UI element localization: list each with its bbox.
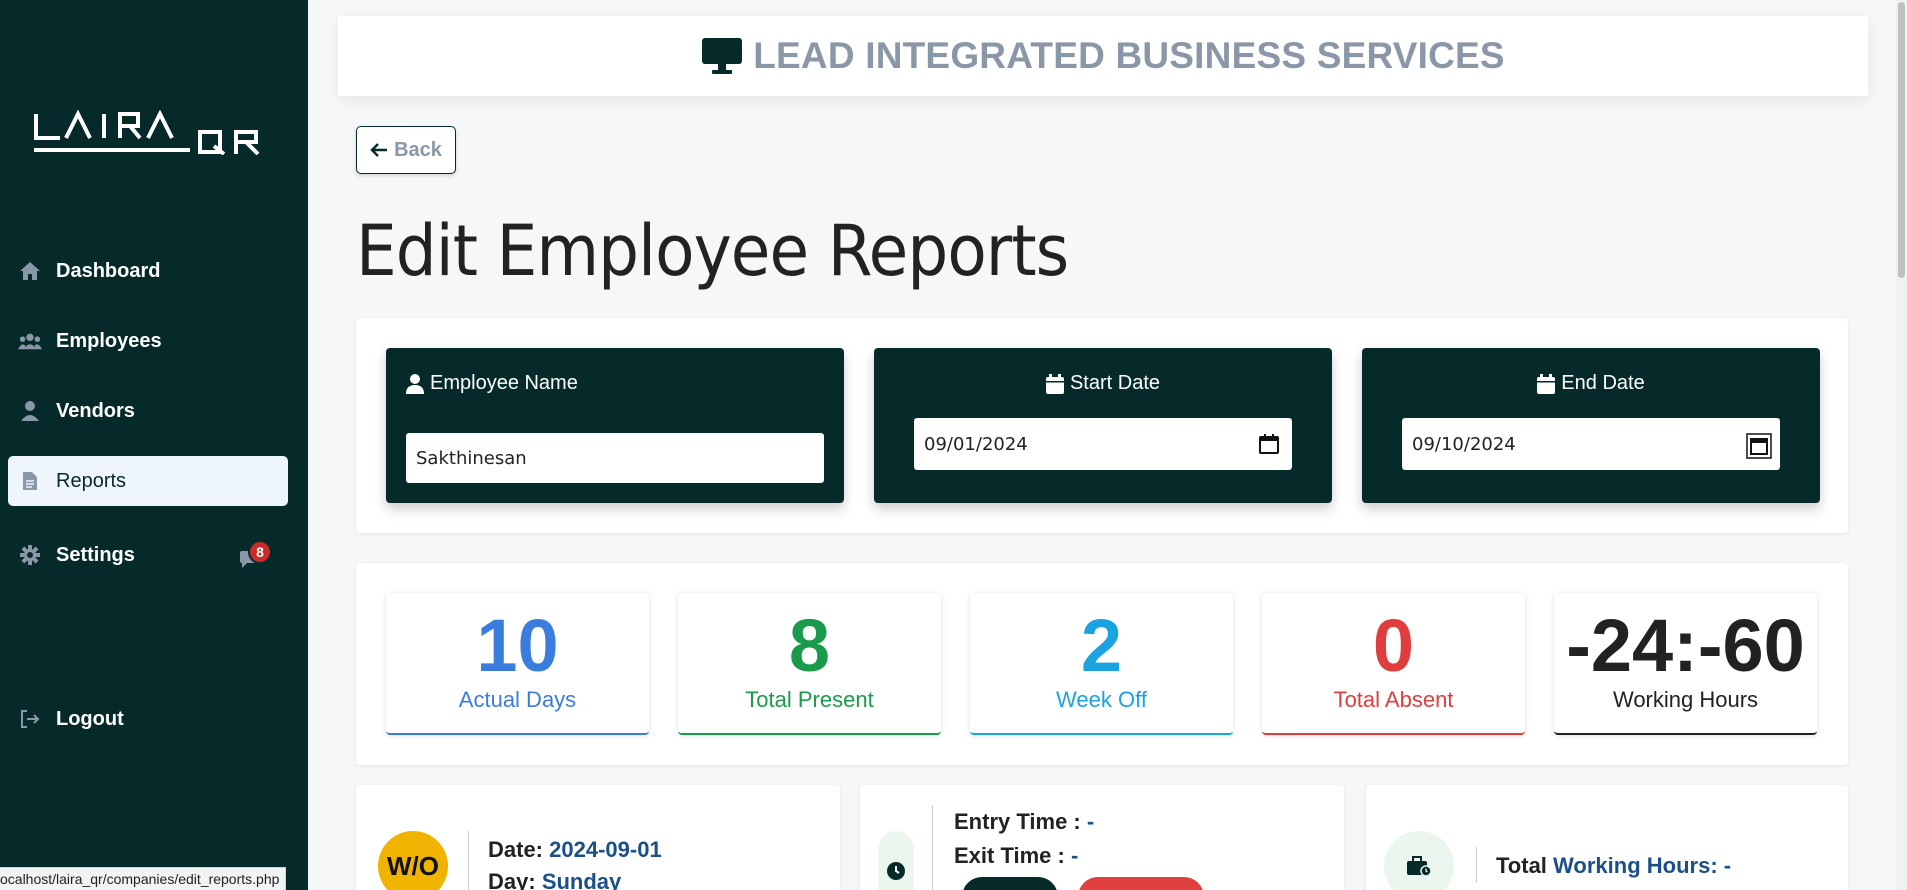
total-working-hours-label: Working Hours: — [1553, 853, 1718, 878]
calendar-icon — [1537, 373, 1556, 394]
laira-qr-logo — [34, 110, 260, 155]
stat-value: 10 — [476, 604, 559, 687]
sidebar-item-dashboard[interactable]: Dashboard — [8, 246, 288, 296]
start-date-card: Start Date — [874, 348, 1332, 503]
stat-label: Total Present — [745, 687, 874, 712]
entry-time-value: - — [1086, 809, 1095, 834]
employee-name-field[interactable] — [406, 433, 824, 483]
stat-value: 2 — [1080, 604, 1123, 687]
sidebar-item-vendors[interactable]: Vendors — [8, 386, 288, 436]
sidebar-item-label: Reports — [56, 469, 127, 492]
delete-button[interactable] — [1078, 877, 1204, 890]
entry-time-label: Entry Time : — [954, 809, 1081, 834]
start-date-label: Start Date — [1069, 372, 1161, 394]
briefcase-clock-icon — [1407, 856, 1432, 877]
divider — [1476, 847, 1477, 883]
scrollbar-thumb[interactable] — [1898, 2, 1905, 278]
employee-filter-card: Employee Name — [386, 348, 844, 503]
sidebar-item-label: Vendors — [56, 399, 135, 422]
back-button[interactable]: Back — [356, 126, 456, 174]
sidebar-item-reports[interactable]: Reports — [8, 456, 288, 506]
back-label: Back — [394, 138, 442, 161]
week-off-badge-label: W/O — [387, 850, 439, 881]
calendar-picker-icon[interactable] — [1746, 433, 1772, 459]
start-date-input[interactable] — [914, 418, 1292, 470]
sidebar-item-settings[interactable]: Settings 8 — [8, 530, 288, 580]
divider — [468, 831, 469, 890]
notification-badge: 8 — [248, 540, 272, 564]
sidebar-item-employees[interactable]: Employees — [8, 316, 288, 366]
stat-label: Actual Days — [458, 687, 577, 712]
date-label: Date: — [488, 837, 544, 862]
hours-card: Total Working Hours: - — [1366, 785, 1848, 890]
stat-label: Working Hours — [1612, 687, 1759, 712]
exit-time-row: Exit Time : - — [954, 843, 1078, 869]
stat-value: 0 — [1372, 604, 1415, 687]
divider — [932, 805, 933, 890]
total-working-hours: Total Working Hours: - — [1496, 853, 1731, 879]
calendar-picker-icon[interactable] — [1258, 433, 1280, 455]
stat-value: -24:-60 — [1566, 604, 1805, 687]
file-icon — [18, 469, 42, 493]
stat-value: 8 — [788, 604, 831, 687]
users-icon — [18, 329, 42, 353]
home-icon — [18, 259, 42, 283]
stat-total-absent: 0 Total Absent — [1262, 593, 1525, 735]
stat-total-present: 8 Total Present — [678, 593, 941, 735]
desktop-icon — [702, 38, 743, 74]
calendar-icon — [1045, 373, 1064, 394]
filter-panel: Employee Name Start Date End Date — [356, 318, 1848, 533]
stat-week-off: 2 Week Off — [970, 593, 1233, 735]
end-date-label: End Date — [1561, 372, 1645, 394]
stat-label: Total Absent — [1333, 687, 1454, 712]
page-title: Edit Employee Reports — [356, 210, 1069, 292]
clock-icon — [887, 862, 905, 880]
day-card: W/O Date: 2024-09-01 Day: Sunday — [356, 785, 840, 890]
employee-name-label: Employee Name — [430, 372, 578, 394]
day-row: Day: Sunday — [488, 869, 621, 890]
scrollbar[interactable] — [1896, 0, 1907, 890]
company-header: LEAD INTEGRATED BUSINESS SERVICES — [338, 16, 1868, 96]
user-icon — [406, 373, 424, 394]
sidebar-item-label: Logout — [56, 707, 124, 730]
company-title: LEAD INTEGRATED BUSINESS SERVICES — [753, 35, 1505, 76]
week-off-badge: W/O — [378, 831, 448, 890]
entry-time-row: Entry Time : - — [954, 809, 1094, 835]
day-value: Sunday — [541, 869, 622, 890]
status-url: ocalhost/laira_qr/companies/edit_reports… — [0, 867, 287, 890]
time-card: Entry Time : - Exit Time : - — [860, 785, 1344, 890]
date-row: Date: 2024-09-01 — [488, 837, 662, 863]
edit-button[interactable] — [962, 877, 1058, 890]
logout-icon — [18, 707, 42, 731]
stats-panel: 10 Actual Days 8 Total Present 2 Week Of… — [356, 563, 1848, 765]
date-value: 2024-09-01 — [549, 837, 662, 862]
exit-time-label: Exit Time : — [954, 843, 1065, 868]
stat-actual-days: 10 Actual Days — [386, 593, 649, 735]
total-working-hours-prefix: Total — [1496, 853, 1547, 878]
sidebar-item-label: Settings — [56, 543, 135, 566]
total-working-hours-value: - — [1723, 853, 1732, 878]
gear-icon — [18, 543, 42, 567]
stat-label: Week Off — [1056, 687, 1147, 712]
end-date-card: End Date — [1362, 348, 1820, 503]
notifications[interactable]: 8 — [238, 540, 272, 574]
arrow-left-icon — [370, 143, 388, 157]
briefcase-badge — [1384, 831, 1454, 890]
sidebar-item-logout[interactable]: Logout — [8, 694, 288, 744]
user-tie-icon — [18, 399, 42, 423]
day-label: Day: — [488, 869, 536, 890]
end-date-input[interactable] — [1402, 418, 1780, 470]
sidebar-item-label: Dashboard — [56, 259, 161, 282]
clock-badge — [878, 831, 914, 890]
stat-working-hours: -24:-60 Working Hours — [1554, 593, 1817, 735]
exit-time-value: - — [1070, 843, 1079, 868]
sidebar-item-label: Employees — [56, 329, 162, 352]
sidebar: Dashboard Employees Vendors Reports Sett… — [0, 0, 308, 890]
